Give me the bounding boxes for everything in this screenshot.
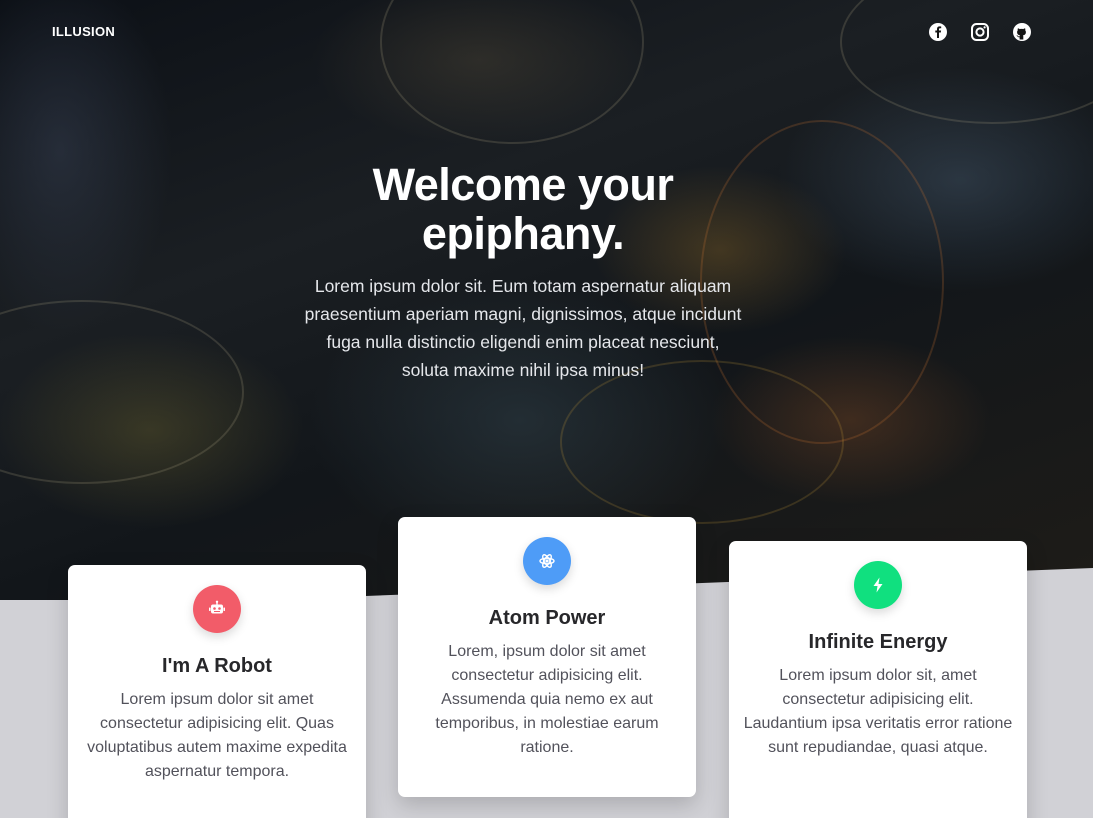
card-title: I'm A Robot [162, 655, 272, 677]
top-nav: ILLUSION [0, 0, 1093, 64]
robot-icon [193, 585, 241, 633]
card-title: Atom Power [488, 607, 606, 629]
hero-title-line-2: epiphany. [421, 208, 625, 259]
brand-logo[interactable]: ILLUSION [52, 24, 115, 39]
bolt-icon [854, 561, 902, 609]
feature-card-robot: I'm A Robot Lorem ipsum dolor sit amet c… [68, 565, 366, 818]
card-description: Lorem, ipsum dolor sit amet consectetur … [435, 643, 659, 756]
atom-icon [523, 537, 571, 585]
hero-title-line-1: Welcome your [372, 159, 674, 210]
facebook-icon[interactable] [928, 22, 948, 42]
feature-card-atom: Atom Power Lorem, ipsum dolor sit amet c… [398, 517, 696, 797]
card-description: Lorem ipsum dolor sit, amet consectetur … [743, 667, 1013, 756]
page: ILLUSION Welcome your epiphany. Lorem ip… [0, 0, 1093, 818]
hero-title: Welcome your epiphany. [296, 160, 750, 258]
card-title: Infinite Energy [808, 631, 948, 653]
hero: Welcome your epiphany. Lorem ipsum dolor… [296, 160, 750, 384]
card-description: Lorem ipsum dolor sit amet consectetur a… [87, 691, 347, 780]
github-icon[interactable] [1012, 22, 1032, 42]
hero-description: Lorem ipsum dolor sit. Eum totam asperna… [304, 276, 742, 380]
instagram-icon[interactable] [970, 22, 990, 42]
feature-card-energy: Infinite Energy Lorem ipsum dolor sit, a… [729, 541, 1027, 818]
